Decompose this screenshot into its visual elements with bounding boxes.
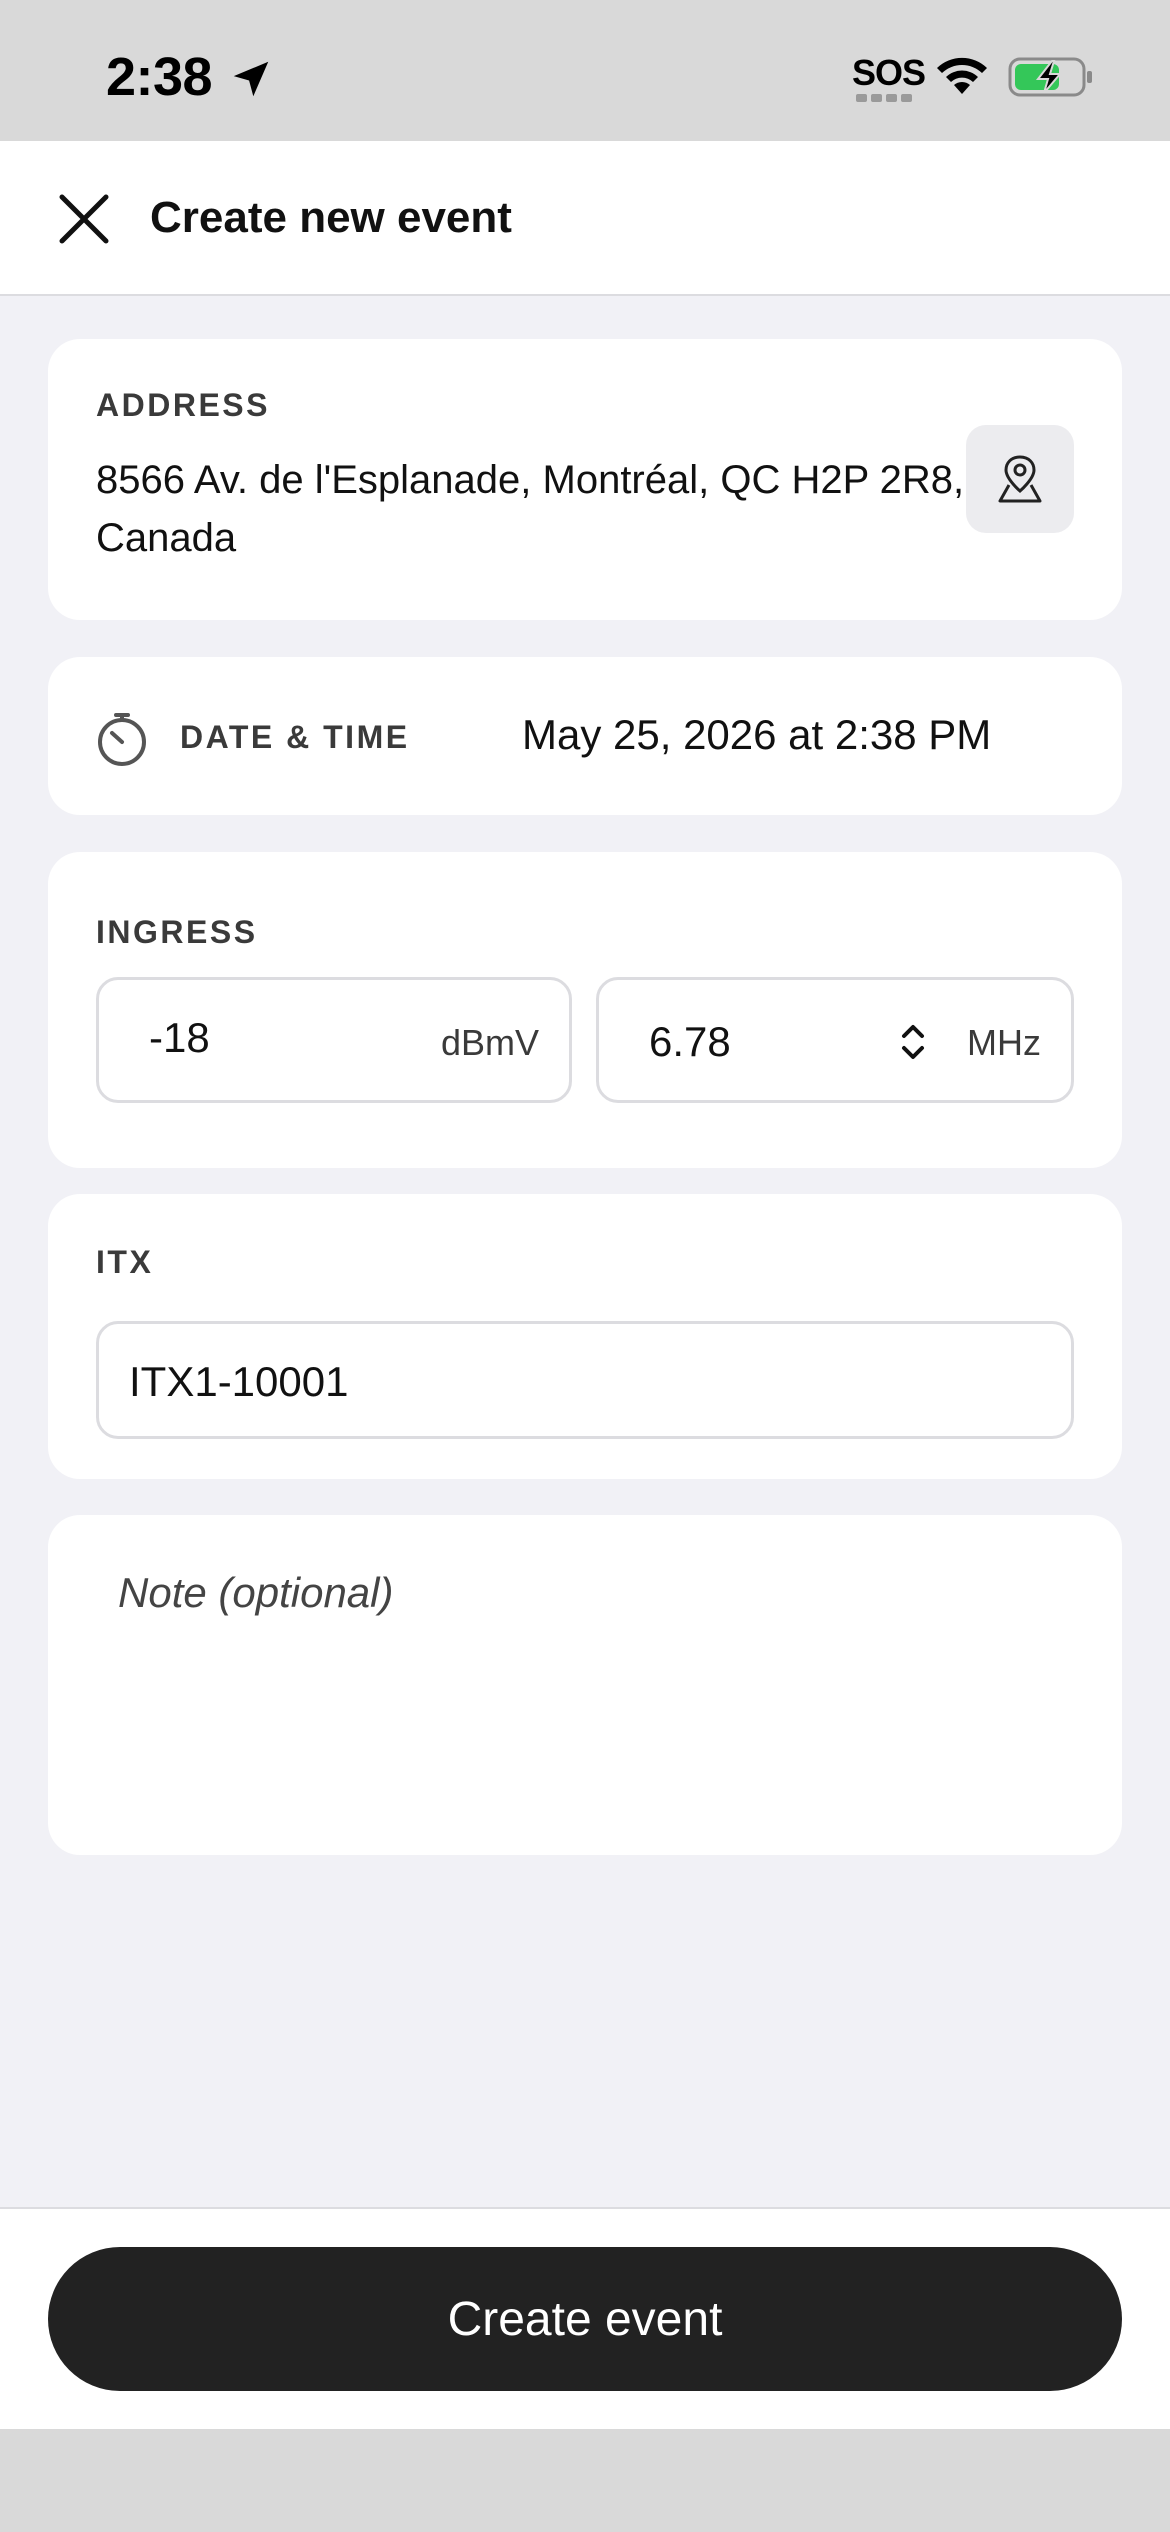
status-time: 2:38 <box>106 47 213 107</box>
wifi-icon <box>937 57 987 94</box>
map-button[interactable] <box>966 425 1074 533</box>
status-bar: 2:38 SOS <box>0 0 1170 141</box>
create-event-button[interactable]: Create event <box>48 2247 1122 2391</box>
create-event-label: Create event <box>447 2292 723 2346</box>
datetime-value[interactable]: May 25, 2026 at 2:38 PM <box>522 711 991 759</box>
datetime-label: DATE & TIME <box>180 719 410 755</box>
location-arrow-icon <box>233 61 269 97</box>
footer: Create event <box>0 2207 1170 2429</box>
address-card: ADDRESS 8566 Av. de l'Esplanade, Montréa… <box>48 339 1122 620</box>
ingress-level-value: -18 <box>149 1014 210 1061</box>
sos-indicator: SOS <box>852 52 926 93</box>
create-event-sheet: Create new event ADDRESS 8566 Av. de l'E… <box>0 141 1170 2429</box>
ingress-label: INGRESS <box>96 914 258 950</box>
stopwatch-icon <box>98 713 146 766</box>
signal-dots-icon <box>856 94 912 102</box>
page-title: Create new event <box>150 193 512 242</box>
ingress-card: INGRESS -18 dBmV 6.78 MHz <box>48 852 1122 1168</box>
note-placeholder: Note (optional) <box>118 1569 394 1616</box>
sheet-header: Create new event <box>0 141 1170 296</box>
itx-value: ITX1-10001 <box>129 1358 349 1405</box>
ingress-level-input[interactable]: -18 dBmV <box>96 977 572 1103</box>
datetime-card[interactable]: DATE & TIME May 25, 2026 at 2:38 PM <box>48 657 1122 815</box>
ingress-frequency-value: 6.78 <box>649 1018 731 1065</box>
chevron-up-down-icon[interactable] <box>895 1020 931 1064</box>
note-field[interactable]: Note (optional) <box>48 1515 1122 1855</box>
itx-input[interactable]: ITX1-10001 <box>96 1321 1074 1439</box>
address-label: ADDRESS <box>96 387 270 423</box>
battery-charging-icon <box>1008 57 1092 97</box>
address-value: 8566 Av. de l'Esplanade, Montréal, QC H2… <box>96 458 965 560</box>
ingress-frequency-picker[interactable]: 6.78 MHz <box>596 977 1074 1103</box>
itx-label: ITX <box>96 1244 154 1280</box>
ingress-level-unit: dBmV <box>440 1022 539 1063</box>
map-pin-icon <box>998 455 1042 503</box>
close-icon[interactable] <box>52 187 116 251</box>
itx-card: ITX ITX1-10001 <box>48 1194 1122 1479</box>
ingress-frequency-unit: MHz <box>967 1022 1041 1063</box>
